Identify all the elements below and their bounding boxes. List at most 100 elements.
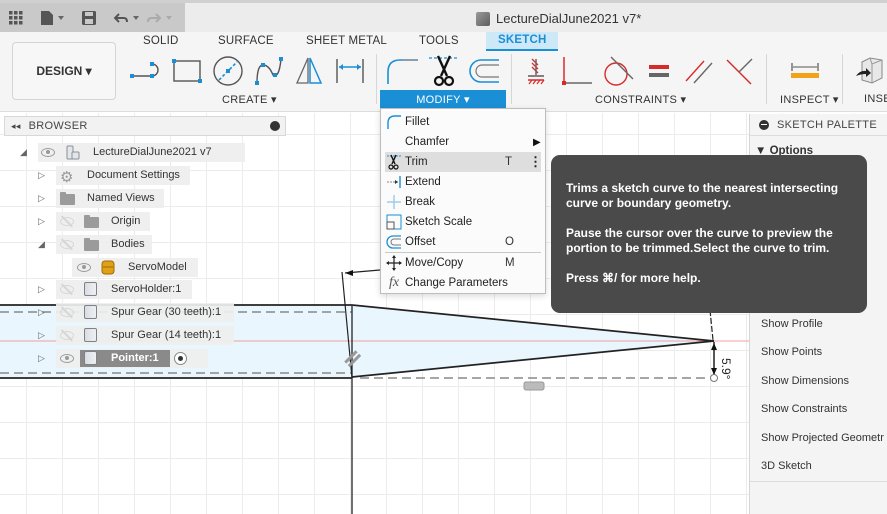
document-title: LectureDialJune2021 v7*	[476, 11, 641, 26]
tab-sketch[interactable]: SKETCH	[486, 32, 559, 51]
tab-surface[interactable]: SURFACE	[218, 35, 274, 47]
ribbon-separator	[766, 54, 767, 104]
menu-item-sketch-scale[interactable]: Sketch Scale	[385, 212, 541, 232]
fillet-icon	[385, 113, 403, 131]
expand-triangle-icon[interactable]: ▷	[38, 170, 45, 181]
browser-pin-icon[interactable]	[270, 121, 280, 131]
menu-item-trim[interactable]: Trim T ⋮	[385, 152, 542, 172]
rectangle-tool-icon[interactable]	[170, 54, 204, 88]
visibility-eye-icon[interactable]	[41, 148, 55, 157]
tab-solid[interactable]: SOLID	[143, 35, 179, 47]
menu-item-label: Chamfer	[405, 136, 450, 148]
tab-sheet-metal[interactable]: SHEET METAL	[306, 35, 387, 47]
scissors-icon	[385, 153, 403, 171]
palette-show-profile[interactable]: Show Profile	[761, 318, 823, 330]
create-menu-button[interactable]: CREATE ▾	[222, 93, 277, 106]
save-icon[interactable]	[82, 9, 96, 27]
expand-triangle-icon[interactable]: ▷	[38, 193, 45, 204]
tree-item-label: Spur Gear (30 teeth):1	[111, 306, 222, 318]
menu-item-label: Trim	[405, 156, 428, 168]
trim-tool-icon[interactable]	[427, 54, 461, 88]
tab-tools[interactable]: TOOLS	[419, 35, 459, 47]
measure-tool-icon[interactable]	[788, 54, 822, 88]
menu-item-label: Break	[405, 196, 436, 208]
body-icon	[101, 260, 115, 275]
grid-menu-icon[interactable]	[9, 9, 23, 27]
equal-constraint-icon[interactable]	[642, 54, 676, 88]
offset-tool-icon[interactable]	[467, 54, 501, 88]
file-icon[interactable]	[40, 9, 66, 27]
menu-item-shortcut: T	[505, 156, 513, 168]
collapse-palette-icon[interactable]	[759, 119, 769, 130]
menu-item-extend[interactable]: Extend	[385, 172, 541, 192]
spline-tool-icon[interactable]	[252, 54, 286, 88]
expand-triangle-icon[interactable]: ◢	[38, 239, 45, 250]
insert-tool-icon[interactable]	[852, 54, 886, 88]
tree-item-label: Bodies	[111, 238, 145, 250]
fix-constraint-icon[interactable]	[519, 54, 553, 88]
expand-triangle-icon[interactable]: ▷	[38, 307, 45, 318]
expand-triangle-icon[interactable]: ◢	[20, 147, 27, 158]
extend-icon	[385, 173, 403, 191]
modify-menu-button[interactable]: MODIFY ▾	[380, 90, 506, 108]
submenu-arrow-icon: ▶	[533, 136, 541, 148]
constraints-menu-button[interactable]: CONSTRAINTS ▾	[595, 93, 686, 106]
perpendicular-constraint-icon[interactable]	[559, 54, 593, 88]
visibility-eye-icon[interactable]	[77, 263, 91, 272]
menu-item-shortcut: O	[505, 236, 514, 248]
browser-header: ◂◂ BROWSER	[4, 116, 286, 136]
visibility-hidden-icon[interactable]	[60, 285, 74, 294]
activate-component-radio-icon[interactable]	[174, 352, 187, 365]
visibility-hidden-icon[interactable]	[60, 217, 74, 226]
expand-triangle-icon[interactable]: ▷	[38, 284, 45, 295]
visibility-eye-icon[interactable]	[60, 354, 74, 363]
undo-icon[interactable]	[114, 9, 142, 27]
mirror-tool-icon[interactable]	[292, 54, 326, 88]
ribbon-separator	[842, 54, 843, 104]
palette-show-projected-geometry[interactable]: Show Projected Geometr	[761, 432, 884, 444]
visibility-hidden-icon[interactable]	[60, 308, 74, 317]
redo-icon[interactable]	[147, 9, 175, 27]
expand-triangle-icon[interactable]: ▷	[38, 216, 45, 227]
visibility-hidden-icon[interactable]	[60, 240, 74, 249]
dimension-tool-icon[interactable]	[333, 54, 367, 88]
folder-icon	[84, 215, 99, 228]
angle-dimension-label[interactable]: 5.9°	[719, 358, 733, 380]
ribbon-separator	[511, 54, 512, 104]
circle-tool-icon[interactable]	[211, 54, 245, 88]
tree-item-label: Document Settings	[87, 169, 180, 181]
dimension-arrow-left	[345, 270, 353, 276]
menu-item-break[interactable]: Break	[385, 192, 541, 212]
expand-triangle-icon[interactable]: ▷	[38, 330, 45, 341]
toolbar-ribbon: DESIGN ▾ SOLID SURFACE SHEET METAL TOOLS…	[0, 32, 887, 112]
palette-3d-sketch[interactable]: 3D Sketch	[761, 460, 812, 472]
angle-arrow-down	[711, 368, 717, 375]
menu-item-chamfer[interactable]: Chamfer ▶	[385, 132, 541, 152]
palette-show-dimensions[interactable]: Show Dimensions	[761, 375, 849, 387]
collapse-browser-icon[interactable]: ◂◂	[11, 121, 21, 132]
palette-divider	[750, 481, 887, 482]
expand-triangle-icon[interactable]: ▷	[38, 353, 45, 364]
inspect-menu-button[interactable]: INSPECT ▾	[780, 93, 839, 106]
palette-show-constraints[interactable]: Show Constraints	[761, 403, 847, 415]
body-cube-icon	[84, 351, 97, 365]
sketch-scale-icon	[385, 213, 403, 231]
coincident-constraint-icon[interactable]	[722, 54, 756, 88]
fillet-tool-icon[interactable]	[386, 54, 420, 88]
menu-item-offset[interactable]: Offset O	[385, 232, 541, 252]
move-arrows-icon	[385, 254, 403, 272]
horizontal-constraint-glyph	[523, 381, 545, 391]
tangent-constraint-icon[interactable]	[601, 54, 635, 88]
document-cube-icon	[476, 11, 490, 26]
menu-item-fillet[interactable]: Fillet	[385, 112, 541, 132]
palette-show-points[interactable]: Show Points	[761, 346, 822, 358]
workspace-switcher-button[interactable]: DESIGN ▾	[12, 42, 116, 100]
visibility-hidden-icon[interactable]	[60, 331, 74, 340]
menu-item-move-copy[interactable]: Move/Copy M	[385, 253, 541, 273]
chamfer-icon	[385, 133, 403, 151]
parallel-constraint-icon[interactable]	[682, 54, 716, 88]
insert-menu-button[interactable]: INSE	[864, 93, 887, 105]
menu-item-change-parameters[interactable]: fx Change Parameters	[385, 273, 541, 293]
line-tool-icon[interactable]	[130, 54, 164, 88]
more-options-icon[interactable]: ⋮	[529, 155, 542, 168]
